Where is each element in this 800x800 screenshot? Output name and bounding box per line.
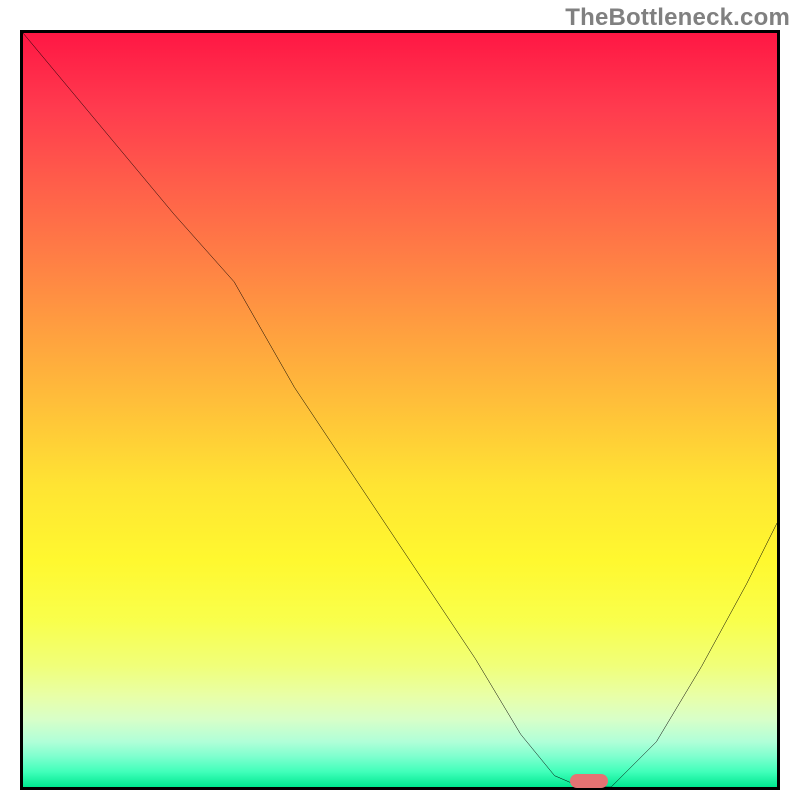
plot-area — [20, 30, 780, 790]
bottleneck-curve — [23, 33, 777, 787]
watermark-text: TheBottleneck.com — [565, 4, 790, 32]
chart-container: TheBottleneck.com — [0, 0, 800, 800]
optimal-marker — [570, 774, 608, 788]
